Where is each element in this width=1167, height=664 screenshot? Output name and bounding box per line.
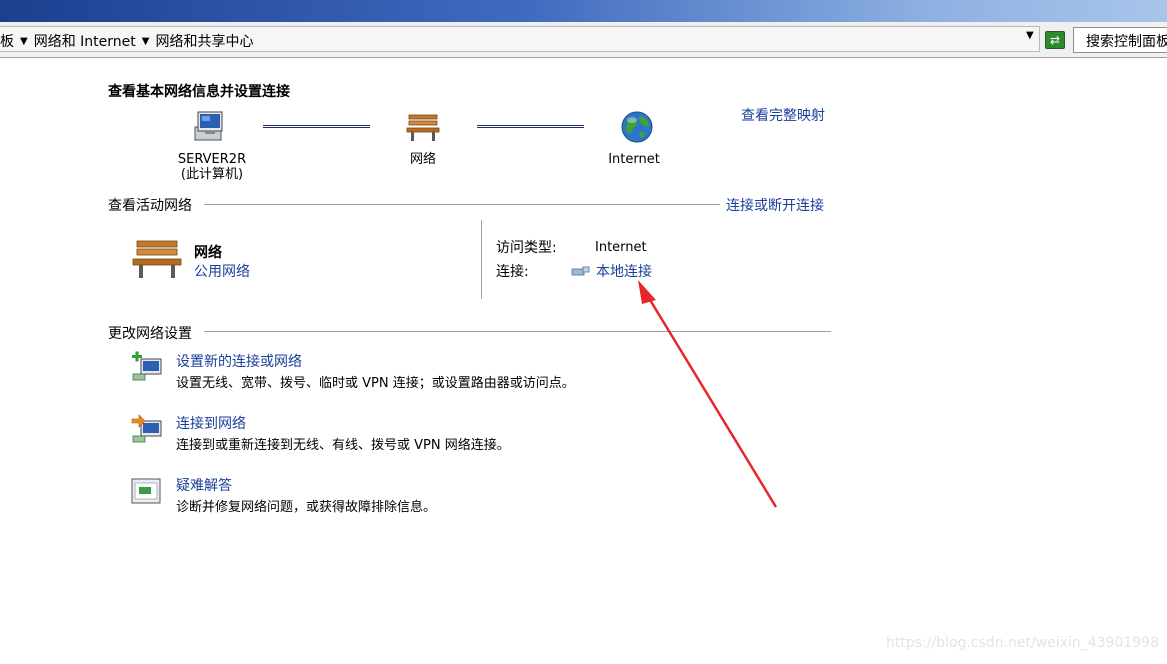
window-title-bar [0, 0, 1167, 22]
computer-node-label: SERVER2R (此计算机) [170, 152, 254, 182]
chevron-down-icon[interactable]: ▼ [20, 36, 28, 47]
annotation-arrow [620, 270, 790, 520]
internet-node-label: Internet [608, 152, 660, 167]
computer-name: SERVER2R [177, 152, 247, 167]
task-link-connect-network[interactable]: 连接到网络 [176, 413, 246, 433]
access-type-value: Internet [595, 240, 647, 255]
refresh-icon: ⇄ [1049, 33, 1061, 47]
network-type-link[interactable]: 公用网络 [194, 261, 250, 281]
task-desc-new-connection: 设置无线、宽带、拨号、临时或 VPN 连接；或设置路由器或访问点。 [176, 376, 575, 391]
task-desc-connect-network: 连接到或重新连接到无线、有线、拨号或 VPN 网络连接。 [176, 438, 510, 453]
breadcrumb-item-network-internet[interactable]: 网络和 Internet [34, 31, 136, 51]
vertical-divider [481, 220, 482, 299]
breadcrumb-item-control-panel[interactable]: 板 [0, 31, 14, 51]
task-link-troubleshoot[interactable]: 疑难解答 [176, 475, 232, 495]
search-input[interactable]: 搜索控制面板 [1073, 27, 1167, 53]
breadcrumb[interactable]: 板 ▼ 网络和 Internet ▼ 网络和共享中心 [0, 26, 1040, 52]
address-dropdown-icon[interactable]: ▼ [1026, 30, 1034, 41]
access-type-label: 访问类型: [496, 240, 557, 256]
section-divider [204, 204, 720, 205]
task-link-new-connection[interactable]: 设置新的连接或网络 [176, 351, 302, 371]
page-title: 查看基本网络信息并设置连接 [108, 84, 290, 100]
bench-icon [131, 237, 183, 279]
globe-icon [620, 110, 654, 144]
active-networks-title: 查看活动网络 [108, 198, 192, 214]
active-network-name: 网络 [194, 245, 222, 261]
connection-label: 连接: [496, 264, 529, 280]
bench-icon [405, 112, 441, 142]
watermark: https://blog.csdn.net/weixin_43901998 [885, 635, 1159, 651]
connect-network-icon [131, 413, 163, 445]
map-connection-line [263, 125, 370, 128]
network-adapter-icon [571, 264, 591, 278]
task-desc-troubleshoot: 诊断并修复网络问题，或获得故障排除信息。 [176, 500, 437, 515]
new-connection-icon [131, 351, 163, 383]
chevron-down-icon[interactable]: ▼ [142, 36, 150, 47]
breadcrumb-item-network-center[interactable]: 网络和共享中心 [155, 31, 253, 51]
computer-icon [192, 110, 228, 144]
connect-disconnect-link[interactable]: 连接或断开连接 [726, 195, 824, 215]
change-settings-title: 更改网络设置 [108, 326, 192, 342]
computer-sub-label: (此计算机) [180, 167, 244, 182]
troubleshoot-icon [131, 478, 163, 506]
map-connection-line [477, 125, 584, 128]
address-bar: 板 ▼ 网络和 Internet ▼ 网络和共享中心 ▼ ⇄ 搜索控制面板 [0, 22, 1167, 58]
network-node-label: 网络 [409, 152, 436, 167]
view-full-map-link[interactable]: 查看完整映射 [741, 105, 825, 125]
refresh-button[interactable]: ⇄ [1045, 31, 1065, 49]
